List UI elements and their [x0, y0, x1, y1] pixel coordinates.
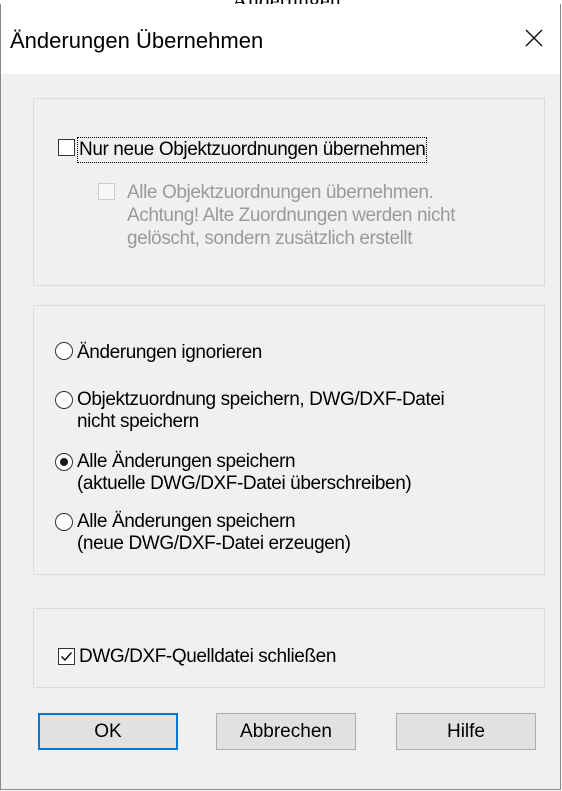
- radio-ignore-changes[interactable]: Änderungen ignorieren: [55, 342, 262, 364]
- dialog-title: Änderungen Übernehmen: [10, 28, 264, 53]
- checkmark-icon: [60, 652, 73, 662]
- radio-save-overwrite[interactable]: Alle Änderungen speichern (aktuelle DWG/…: [55, 451, 412, 495]
- close-source-checkbox[interactable]: [58, 648, 75, 665]
- only-new-mappings-label[interactable]: Nur neue Objektzuordnungen übernehmen: [76, 137, 428, 163]
- all-mappings-label: Alle Objektzuordnungen übernehmen. Achtu…: [127, 182, 456, 249]
- radio-save-mapping-only-button[interactable]: [55, 391, 73, 409]
- cancel-button[interactable]: Abbrechen: [216, 713, 356, 750]
- help-button[interactable]: Hilfe: [396, 713, 536, 750]
- radio-save-new-file-label[interactable]: Alle Änderungen speichern (neue DWG/DXF-…: [77, 511, 351, 555]
- close-button[interactable]: [514, 18, 554, 58]
- only-new-mappings-checkbox-row[interactable]: Nur neue Objektzuordnungen übernehmen: [58, 137, 428, 163]
- radio-save-mapping-only-label[interactable]: Objektzuordnung speichern, DWG/DXF-Datei…: [77, 389, 445, 433]
- close-source-label[interactable]: DWG/DXF-Quelldatei schließen: [79, 646, 336, 668]
- radio-save-new-file-button[interactable]: [55, 513, 73, 531]
- ok-button[interactable]: OK: [38, 713, 178, 750]
- radio-ignore-changes-label[interactable]: Änderungen ignorieren: [77, 342, 262, 364]
- dialog-titlebar: Änderungen Übernehmen: [1, 4, 560, 74]
- radio-save-overwrite-button[interactable]: [55, 453, 73, 471]
- radio-save-overwrite-label[interactable]: Alle Änderungen speichern (aktuelle DWG/…: [77, 451, 412, 495]
- all-mappings-checkbox-row: Alle Objektzuordnungen übernehmen. Achtu…: [98, 181, 455, 250]
- radio-save-mapping-only[interactable]: Objektzuordnung speichern, DWG/DXF-Datei…: [55, 389, 445, 433]
- close-source-checkbox-row[interactable]: DWG/DXF-Quelldatei schließen: [58, 646, 336, 668]
- close-icon: [525, 29, 543, 47]
- radio-ignore-changes-button[interactable]: [55, 342, 73, 360]
- only-new-mappings-checkbox[interactable]: [58, 139, 75, 156]
- radio-save-new-file[interactable]: Alle Änderungen speichern (neue DWG/DXF-…: [55, 511, 351, 555]
- radio-selected-dot: [60, 458, 68, 466]
- all-mappings-checkbox: [98, 183, 115, 200]
